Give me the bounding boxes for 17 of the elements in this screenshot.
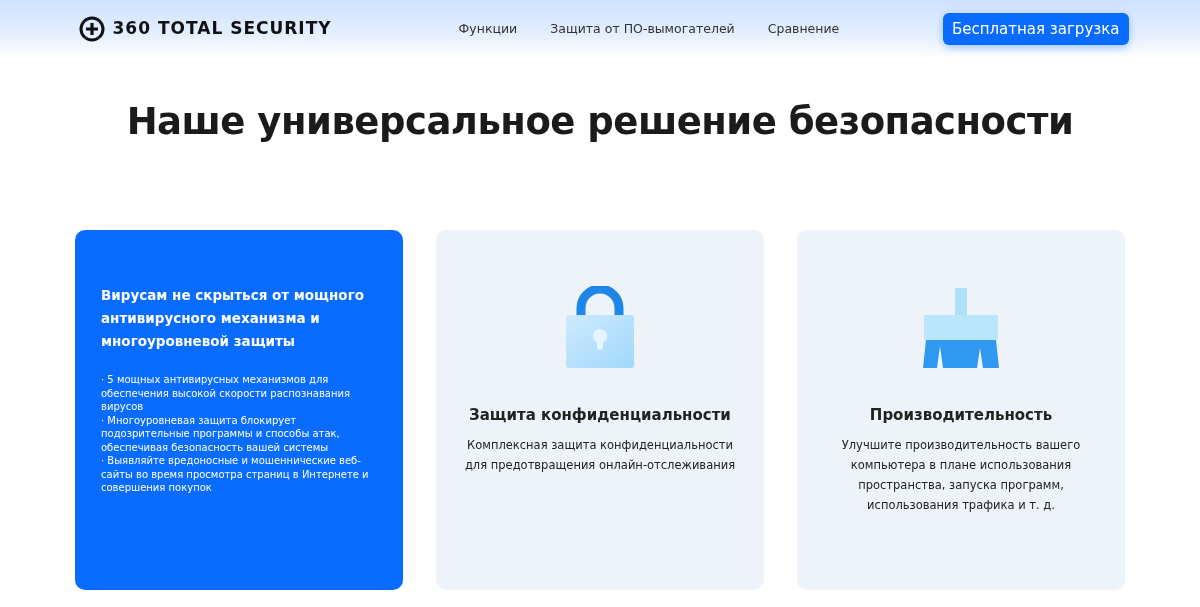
brush-icon bbox=[923, 288, 999, 371]
card-title: Защита конфиденциальности bbox=[468, 405, 732, 427]
page-heading: Наше универсальное решение безопасности bbox=[125, 100, 1075, 145]
nav-link[interactable]: Функции bbox=[458, 19, 518, 39]
download-button[interactable]: Бесплатная загрузка bbox=[942, 12, 1129, 46]
card-description: Улучшите производительность вашего компьютера в плане использования пространства, запуска программ, использования трафика и т. д. bbox=[840, 436, 1082, 514]
logo-text[interactable]: 360 TOTAL SECURITY bbox=[112, 16, 332, 42]
card-point: · Многоуровневая защита блокирует подозрительные программы и способы атак, обеспечивая безопасность вашей системы bbox=[101, 413, 341, 455]
nav-link[interactable]: Защита от ПО-вымогателей bbox=[550, 19, 735, 39]
card-description: Комплексная защита конфиденциальности для предотвращения онлайн-отслеживания bbox=[463, 436, 737, 474]
nav-link[interactable]: Сравнение bbox=[767, 19, 840, 39]
card-point: · Выявляйте вредоносные и мошеннические веб-сайты во время просмотра страниц в Интернете и совершения покупок bbox=[101, 454, 370, 495]
logo-icon[interactable] bbox=[78, 16, 105, 42]
padlock-icon bbox=[565, 286, 635, 371]
card-title: Производительность bbox=[868, 405, 1054, 427]
card-title: Вирусам не скрыться от мощного антивирусного механизма и многоуровневой защиты bbox=[101, 286, 365, 352]
card-point: · 5 мощных антивирусных механизмов для обеспечения высокой скорости распознавания вирусов bbox=[101, 373, 351, 414]
